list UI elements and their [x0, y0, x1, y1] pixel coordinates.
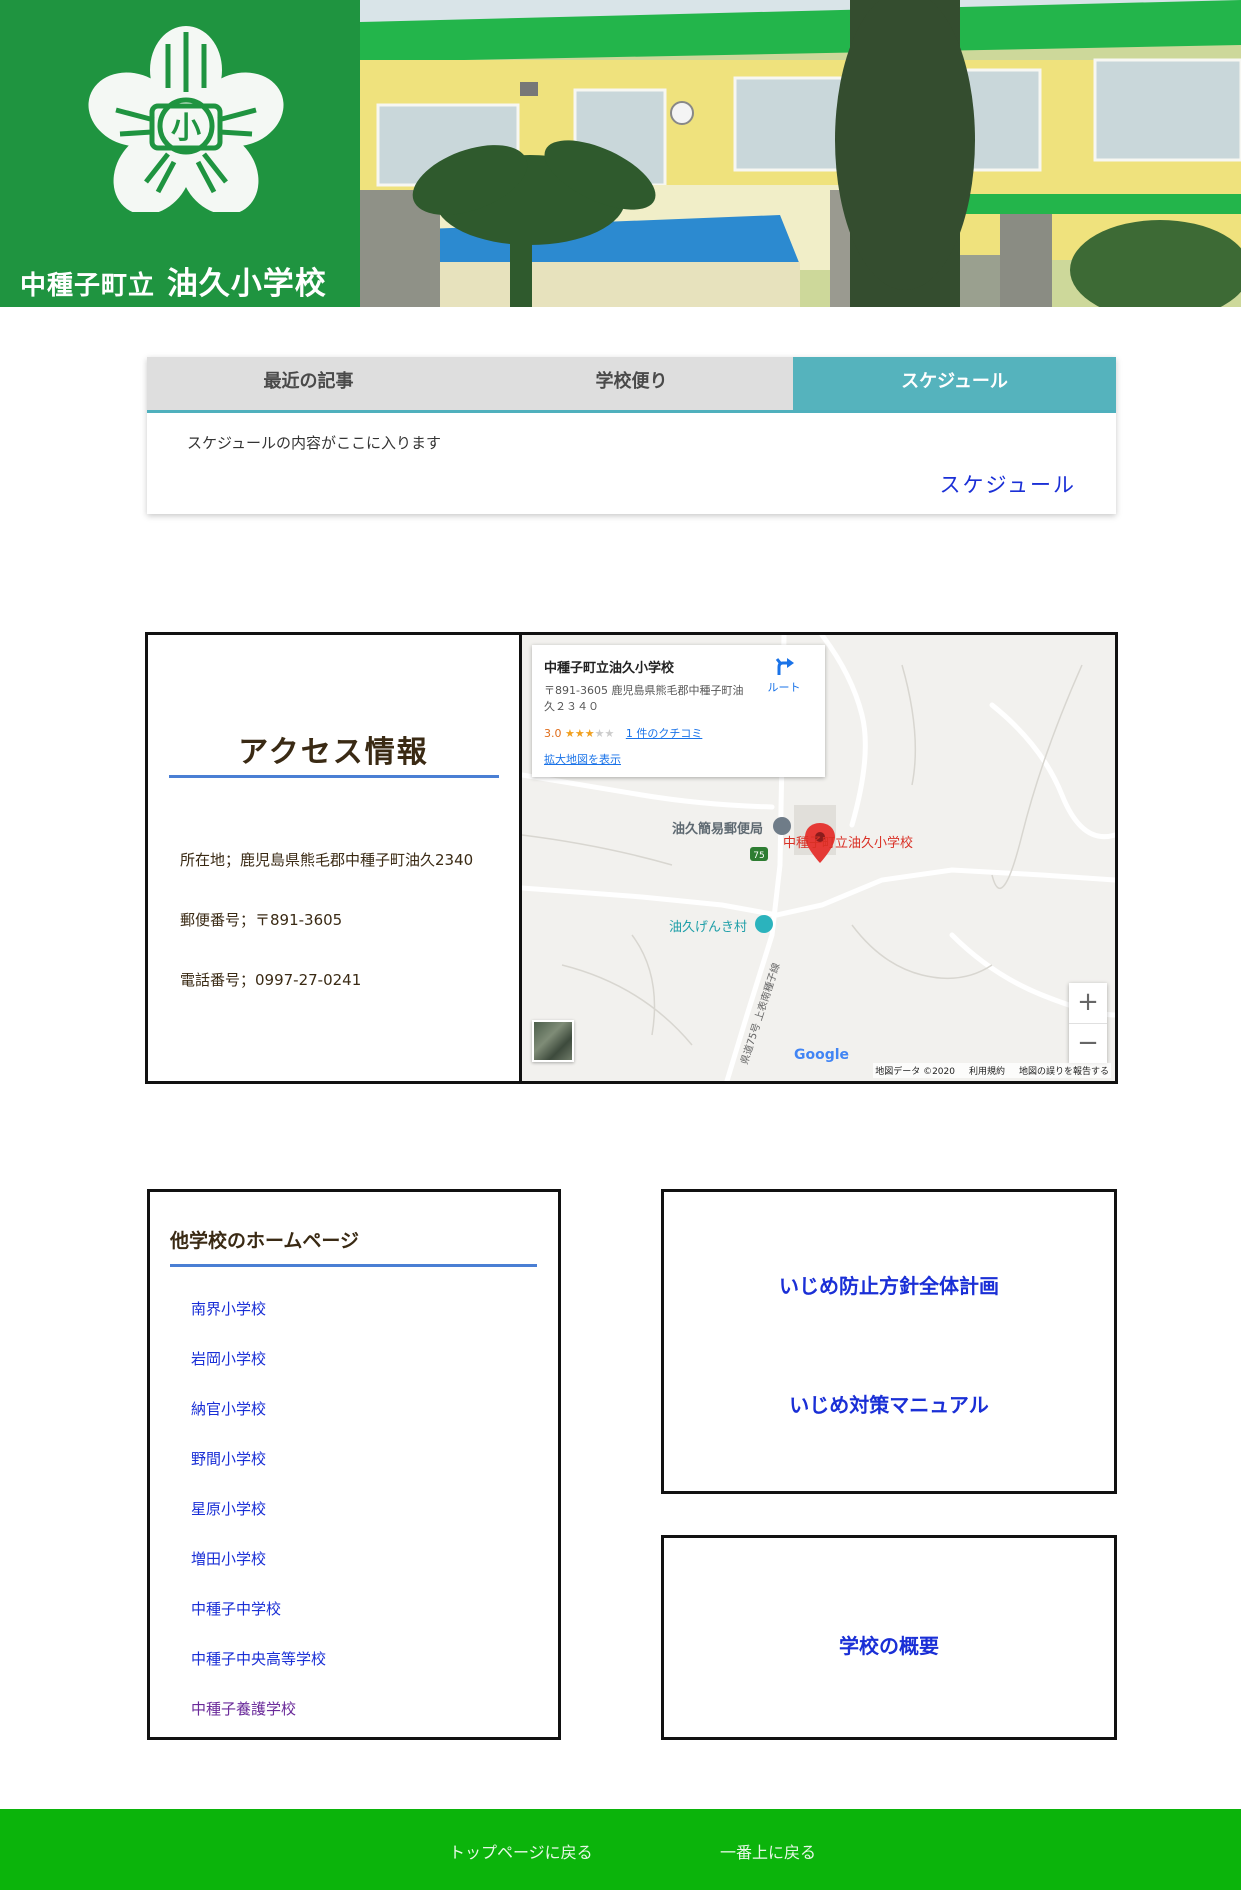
tab-content-text: スケジュールの内容がここに入ります	[187, 434, 441, 452]
school-building-photo	[360, 0, 1241, 307]
schedule-link[interactable]: スケジュール	[939, 469, 1076, 499]
star-rating-icon: ★★★★★	[565, 727, 615, 740]
back-to-top-link[interactable]: 一番上に戻る	[720, 1839, 816, 1863]
map-place-card: 中種子町立油久小学校 〒891-3605 鹿児島県熊毛郡中種子町油久２３４０ 3…	[532, 645, 825, 777]
school-pin-label[interactable]: 中種子町立油久小学校	[783, 832, 913, 851]
school-link[interactable]: 野間小学校	[191, 1448, 266, 1469]
view-larger-map-link[interactable]: 拡大地図を表示	[544, 751, 621, 767]
park-icon	[755, 915, 773, 933]
place-rating: 3.0 ★★★★★ 1 件のクチコミ	[544, 725, 702, 741]
school-overview-link[interactable]: 学校の概要	[664, 1630, 1114, 1659]
address-text: 所在地；鹿児島県熊毛郡中種子町油久2340	[180, 851, 474, 869]
site-header: 小 中種子町立 油久小学校	[0, 0, 1241, 307]
satellite-toggle[interactable]	[532, 1020, 574, 1062]
access-info-panel: アクセス情報 所在地；鹿児島県熊毛郡中種子町油久2340 郵便番号；〒891-3…	[148, 635, 522, 1081]
school-link[interactable]: 星原小学校	[191, 1498, 266, 1519]
bullying-policy-link[interactable]: いじめ防止方針全体計画	[664, 1270, 1114, 1299]
place-name: 中種子町立油久小学校	[544, 661, 675, 676]
title-underline	[170, 1264, 537, 1267]
tab-bar: 最近の記事 学校便り スケジュール	[147, 357, 1116, 413]
zoom-in-button[interactable]: +	[1069, 983, 1107, 1024]
map-data-credit: 地図データ ©2020	[875, 1067, 955, 1077]
directions-button[interactable]: ルート	[754, 655, 814, 695]
post-office-label[interactable]: 油久簡易郵便局	[672, 818, 763, 837]
school-link[interactable]: 納官小学校	[191, 1398, 266, 1419]
tab-recent-articles[interactable]: 最近の記事	[147, 357, 470, 410]
school-link[interactable]: 中種子中学校	[191, 1598, 281, 1619]
school-name-logo: 中種子町立 油久小学校	[20, 258, 327, 303]
school-link[interactable]: 増田小学校	[191, 1548, 266, 1569]
directions-label: ルート	[767, 681, 801, 694]
route-75-shield: 75	[753, 851, 764, 861]
logo-school: 油久小学校	[166, 266, 327, 302]
zoom-out-button[interactable]: −	[1069, 1024, 1107, 1064]
title-underline	[169, 775, 499, 778]
postal-code-text: 郵便番号；〒891-3605	[180, 911, 343, 929]
other-schools-box: 他学校のホームページ 南界小学校 岩岡小学校 納官小学校 野間小学校 星原小学校…	[147, 1189, 561, 1740]
tab-school-newsletter[interactable]: 学校便り	[470, 357, 793, 410]
access-section: アクセス情報 所在地；鹿児島県熊毛郡中種子町油久2340 郵便番号；〒891-3…	[145, 632, 1118, 1084]
school-link[interactable]: 中種子中央高等学校	[191, 1648, 326, 1669]
map-attribution: 地図データ ©2020 利用規約 地図の誤りを報告する	[873, 1063, 1111, 1078]
school-overview-box: 学校の概要	[661, 1535, 1117, 1740]
site-footer: トップページに戻る 一番上に戻る	[0, 1809, 1241, 1890]
google-logo: Google	[794, 1047, 850, 1063]
bullying-policy-box: いじめ防止方針全体計画 いじめ対策マニュアル	[661, 1189, 1117, 1494]
other-schools-title: 他学校のホームページ	[170, 1230, 360, 1252]
tab-schedule[interactable]: スケジュール	[793, 357, 1116, 410]
tabbed-panel: 最近の記事 学校便り スケジュール スケジュールの内容がここに入ります スケジュ…	[147, 357, 1116, 514]
report-error-link[interactable]: 地図の誤りを報告する	[1019, 1067, 1109, 1077]
access-title: アクセス情報	[238, 735, 429, 770]
terms-link[interactable]: 利用規約	[969, 1067, 1005, 1077]
directions-icon	[775, 658, 794, 675]
school-link[interactable]: 南界小学校	[191, 1298, 266, 1319]
sakura-emblem-icon: 小	[88, 26, 284, 212]
genki-village-label[interactable]: 油久げんき村	[669, 916, 747, 935]
reviews-link[interactable]: 1 件のクチコミ	[626, 727, 703, 740]
place-address: 〒891-3605 鹿児島県熊毛郡中種子町油久２３４０	[544, 684, 744, 713]
logo-town: 中種子町立	[20, 271, 156, 301]
logo-panel[interactable]: 小 中種子町立 油久小学校	[0, 0, 360, 307]
zoom-control: + −	[1069, 983, 1107, 1063]
rating-value: 3.0	[544, 727, 562, 740]
top-page-link[interactable]: トップページに戻る	[449, 1839, 593, 1863]
school-link[interactable]: 中種子養護学校	[191, 1698, 296, 1719]
school-link[interactable]: 岩岡小学校	[191, 1348, 266, 1369]
emblem-text: 小	[171, 111, 201, 146]
bullying-manual-link[interactable]: いじめ対策マニュアル	[664, 1389, 1114, 1418]
embedded-map[interactable]: 75 県道75号 上表南種子線 中種子町立油久小学校 〒891-3605 鹿児島…	[522, 635, 1115, 1081]
phone-number-text: 電話番号；0997-27-0241	[180, 971, 362, 989]
